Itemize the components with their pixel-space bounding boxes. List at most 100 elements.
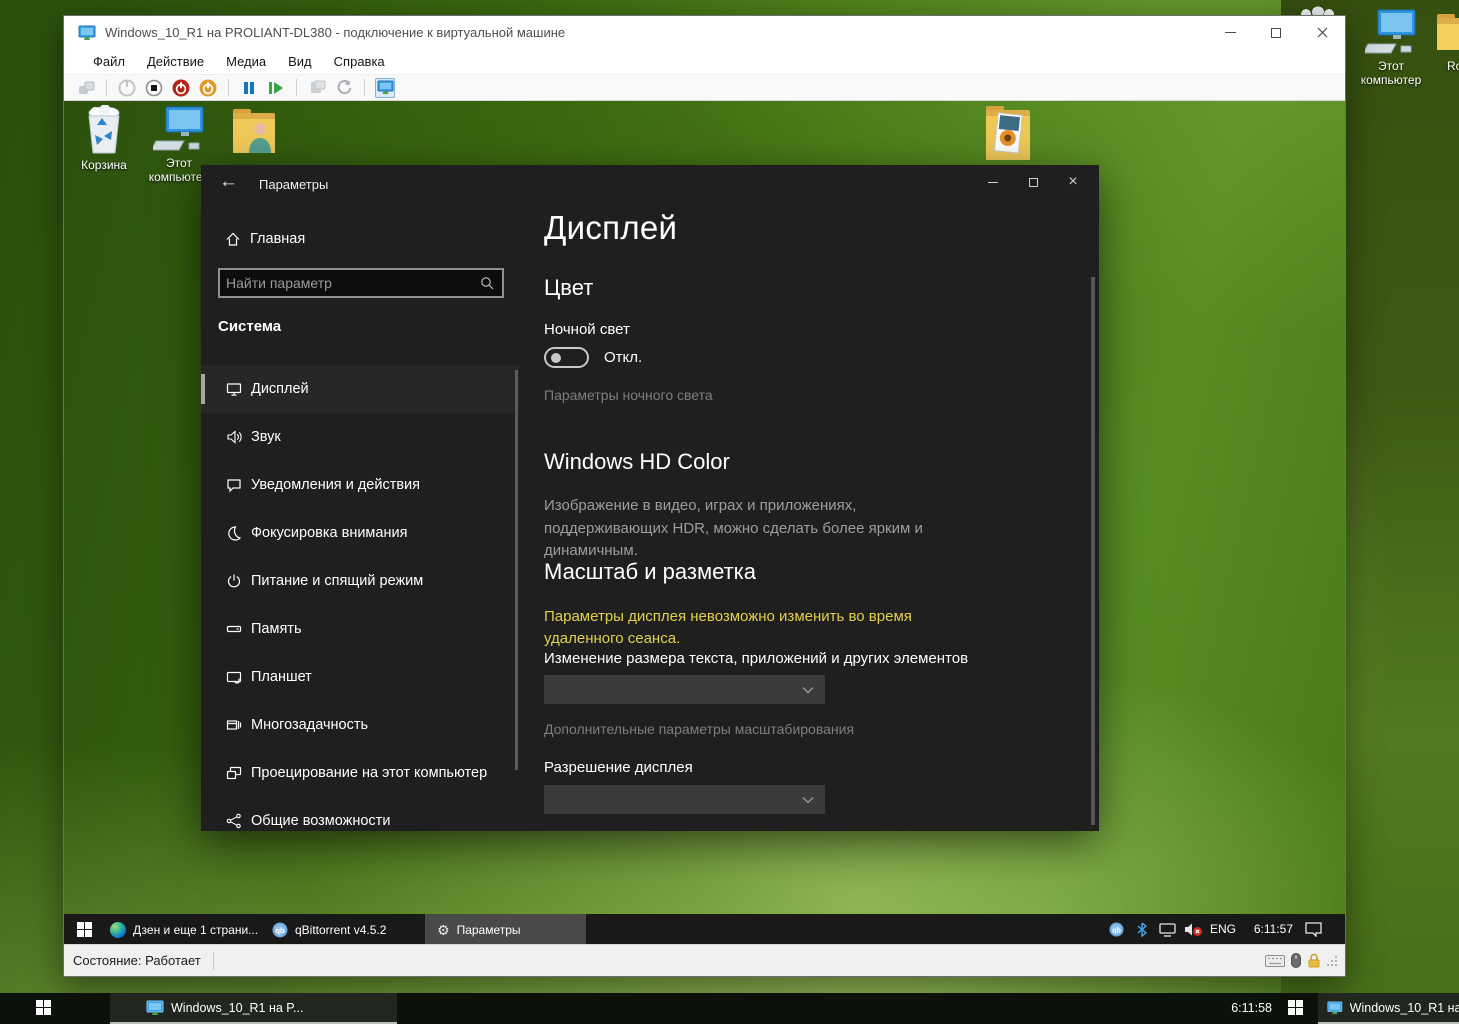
remote-session-warning: Параметры дисплея невозможно изменить во… <box>544 606 982 650</box>
vm-taskbar-item-settings[interactable]: ⚙ Параметры <box>425 914 586 945</box>
enhanced-session-button[interactable] <box>375 78 395 98</box>
sidebar-item-label: Проецирование на этот компьютер <box>251 765 487 781</box>
ctrl-alt-del-button[interactable] <box>76 78 96 98</box>
sidebar-item-notifications[interactable]: Уведомления и действия <box>201 461 519 509</box>
tray-network-icon[interactable] <box>1155 914 1179 945</box>
search-icon <box>480 276 494 290</box>
host-start-button[interactable] <box>36 1000 51 1015</box>
revert-button[interactable] <box>334 78 354 98</box>
vm-taskbar: Дзен и еще 1 страни... qb qBittorrent v4… <box>64 914 1345 945</box>
sidebar-item-home[interactable]: Главная <box>201 221 519 257</box>
sidebar-item-tablet[interactable]: Планшет <box>201 653 519 701</box>
vm-taskbar-item-qbittorrent[interactable]: qb qBittorrent v4.5.2 <box>262 914 422 945</box>
resolution-dropdown[interactable] <box>544 785 825 814</box>
vm-toolbar <box>64 74 1345 101</box>
vm-desktop-icon-user-folder[interactable] <box>218 105 290 160</box>
tray-bluetooth-icon[interactable] <box>1132 914 1152 945</box>
shutdown-button[interactable] <box>171 78 191 98</box>
statusbar-separator <box>213 952 214 970</box>
vmconnect-icon <box>78 25 96 41</box>
vm-connection-window: Windows_10_R1 на PROLIANT-DL380 - подклю… <box>63 15 1346 977</box>
sidebar-scrollbar[interactable] <box>515 370 518 770</box>
menu-file[interactable]: Файл <box>82 51 136 72</box>
sidebar-item-multitasking[interactable]: Многозадачность <box>201 701 519 749</box>
host-recycle-bin-icon[interactable] <box>1296 0 1338 16</box>
scale-dropdown[interactable] <box>544 675 825 704</box>
sidebar-item-sound[interactable]: Звук <box>201 413 519 461</box>
vm-taskbar-clock[interactable]: 6:11:57 <box>1245 914 1293 945</box>
vm-maximize-button[interactable] <box>1253 16 1299 49</box>
checkpoint-button[interactable] <box>307 78 327 98</box>
menu-action[interactable]: Действие <box>136 51 215 72</box>
vm-status-text: Состояние: Работает <box>73 953 201 968</box>
search-input[interactable] <box>220 275 480 291</box>
vm-desktop-icon-pictures-folder[interactable] <box>972 102 1044 165</box>
night-light-settings-link[interactable]: Параметры ночного света <box>544 387 713 403</box>
qbittorrent-icon: qb <box>272 922 288 938</box>
host-taskbar-item-vm-secondary[interactable]: Windows_10_R1 на P. <box>1318 993 1459 1024</box>
back-button[interactable]: ← <box>219 171 238 193</box>
sidebar-item-label: Звук <box>251 429 281 445</box>
resize-grip[interactable] <box>1327 955 1338 966</box>
tray-volume-muted-icon[interactable] <box>1180 914 1206 945</box>
menu-media[interactable]: Медиа <box>215 51 277 72</box>
sidebar-item-power-sleep[interactable]: Питание и спящий режим <box>201 557 519 605</box>
sidebar-item-display[interactable]: Дисплей <box>201 365 519 413</box>
sidebar-home-label: Главная <box>250 231 305 247</box>
icon-label: Корзина <box>81 158 127 172</box>
host-clock[interactable]: 6:11:58 <box>1180 993 1272 1024</box>
shutdown-icon <box>172 79 190 97</box>
taskbar-item-label: Windows_10_R1 на P. <box>1350 1001 1459 1015</box>
svg-text:qb: qb <box>275 926 285 935</box>
vm-close-button[interactable] <box>1299 16 1345 49</box>
advanced-scaling-link[interactable]: Дополнительные параметры масштабирования <box>544 721 854 737</box>
host-desktop-icon-folder[interactable]: Ron <box>1428 8 1459 73</box>
pause-button[interactable] <box>239 78 259 98</box>
menu-help[interactable]: Справка <box>323 51 396 72</box>
night-light-toggle[interactable] <box>544 347 589 368</box>
vm-start-button[interactable] <box>70 914 98 945</box>
toggle-knob <box>551 353 561 363</box>
sidebar-item-focus-assist[interactable]: Фокусировка внимания <box>201 509 519 557</box>
action-center-icon[interactable] <box>1300 914 1326 945</box>
storage-icon <box>225 621 242 637</box>
vm-minimize-button[interactable] <box>1207 16 1253 49</box>
settings-scrollbar[interactable] <box>1091 277 1095 825</box>
sidebar-item-projecting[interactable]: Проецирование на этот компьютер <box>201 749 519 797</box>
pause-icon <box>242 81 256 95</box>
sidebar-item-storage[interactable]: Память <box>201 605 519 653</box>
save-state-icon <box>199 79 217 97</box>
resume-button[interactable] <box>266 78 286 98</box>
host-taskbar-item-vm[interactable]: Windows_10_R1 на P... <box>110 993 397 1024</box>
notifications-icon <box>225 477 242 493</box>
host-desktop-icon-this-pc[interactable]: Этот компьютер <box>1358 8 1424 88</box>
turn-off-button[interactable] <box>144 78 164 98</box>
host-start-button-secondary[interactable] <box>1288 1000 1303 1015</box>
save-state-button[interactable] <box>198 78 218 98</box>
sidebar-item-label: Дисплей <box>251 381 309 397</box>
multitasking-icon <box>225 717 242 733</box>
tray-language-indicator[interactable]: ENG <box>1210 914 1236 945</box>
tray-qbittorrent-icon[interactable]: qb <box>1105 914 1127 945</box>
this-pc-icon <box>1365 8 1417 56</box>
toolbar-separator <box>228 79 229 96</box>
gear-icon: ⚙ <box>437 923 450 937</box>
sidebar-item-label: Фокусировка внимания <box>251 525 407 541</box>
vm-taskbar-item-edge[interactable]: Дзен и еще 1 страни... <box>100 914 260 945</box>
sidebar-item-label: Общие возможности <box>251 813 390 829</box>
vm-desktop-icon-recycle-bin[interactable]: Корзина <box>68 105 140 172</box>
sidebar-item-shared-experiences[interactable]: Общие возможности <box>201 797 519 831</box>
settings-sidebar-nav: Дисплей Звук Уведомления и действия <box>201 365 519 831</box>
power-button-disabled[interactable] <box>117 78 137 98</box>
resume-icon <box>268 81 284 95</box>
scale-label: Изменение размера текста, приложений и д… <box>544 650 968 667</box>
home-icon <box>225 231 241 247</box>
vm-statusbar: Состояние: Работает <box>64 944 1345 976</box>
icon-label: Ron <box>1447 59 1459 73</box>
mouse-status-icon <box>1291 953 1301 968</box>
vm-menubar: Файл Действие Медиа Вид Справка <box>64 49 1345 74</box>
hdr-description: Изображение в видео, играх и приложениях… <box>544 495 972 563</box>
menu-view[interactable]: Вид <box>277 51 323 72</box>
host-taskbar: Windows_10_R1 на P... 6:11:58 Windows_10… <box>0 993 1459 1024</box>
tablet-icon <box>225 669 242 685</box>
